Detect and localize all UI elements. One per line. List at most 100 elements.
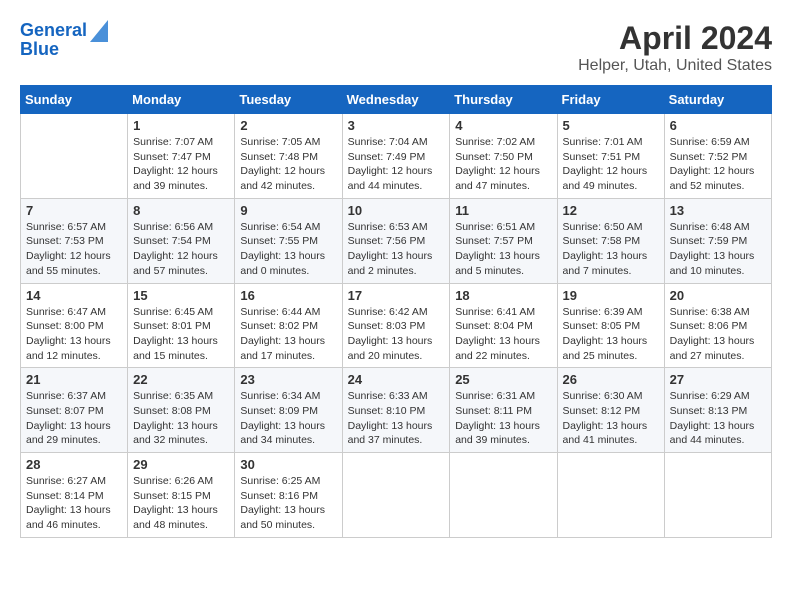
day-cell: 13 Sunrise: 6:48 AM Sunset: 7:59 PM Dayli… [664, 198, 771, 283]
day-cell [450, 453, 557, 538]
day-cell: 1Sunrise: 7:07 AM Sunset: 7:47 PM Daylig… [128, 114, 235, 199]
page-header: General Blue April 2024 Helper, Utah, Un… [20, 20, 772, 75]
day-number: 25 [455, 372, 551, 387]
day-info: Sunrise: 6:34 AM Sunset: 8:09 PM Dayligh… [240, 389, 336, 448]
header-cell-tuesday: Tuesday [235, 86, 342, 114]
day-number: 16 [240, 288, 336, 303]
logo-text: General [20, 21, 87, 41]
logo-blue: Blue [20, 40, 108, 60]
day-info: Sunrise: 6:48 AM Sunset: 7:59 PM Dayligh… [670, 220, 766, 279]
day-cell: 6 Sunrise: 6:59 AM Sunset: 7:52 PM Daylig… [664, 114, 771, 199]
day-cell: 27 Sunrise: 6:29 AM Sunset: 8:13 PM Dayli… [664, 368, 771, 453]
day-info: Sunrise: 6:42 AM Sunset: 8:03 PM Dayligh… [348, 305, 445, 364]
day-number: 10 [348, 203, 445, 218]
day-cell: 23 Sunrise: 6:34 AM Sunset: 8:09 PM Dayli… [235, 368, 342, 453]
day-info: Sunrise: 6:45 AM Sunset: 8:01 PM Dayligh… [133, 305, 229, 364]
week-row-4: 21Sunrise: 6:37 AM Sunset: 8:07 PM Dayli… [21, 368, 772, 453]
day-info: Sunrise: 6:29 AM Sunset: 8:13 PM Dayligh… [670, 389, 766, 448]
day-info: Sunrise: 6:30 AM Sunset: 8:12 PM Dayligh… [563, 389, 659, 448]
day-cell: 17 Sunrise: 6:42 AM Sunset: 8:03 PM Dayli… [342, 283, 450, 368]
day-number: 6 [670, 118, 766, 133]
day-number: 18 [455, 288, 551, 303]
day-info: Sunrise: 7:04 AM Sunset: 7:49 PM Dayligh… [348, 135, 445, 194]
day-number: 9 [240, 203, 336, 218]
day-cell: 7Sunrise: 6:57 AM Sunset: 7:53 PM Daylig… [21, 198, 128, 283]
day-number: 15 [133, 288, 229, 303]
day-number: 23 [240, 372, 336, 387]
day-number: 20 [670, 288, 766, 303]
day-cell: 18 Sunrise: 6:41 AM Sunset: 8:04 PM Dayli… [450, 283, 557, 368]
header-row: SundayMondayTuesdayWednesdayThursdayFrid… [21, 86, 772, 114]
day-info: Sunrise: 6:51 AM Sunset: 7:57 PM Dayligh… [455, 220, 551, 279]
header-cell-wednesday: Wednesday [342, 86, 450, 114]
day-cell: 15 Sunrise: 6:45 AM Sunset: 8:01 PM Dayli… [128, 283, 235, 368]
week-row-3: 14 Sunrise: 6:47 AM Sunset: 8:00 PM Dayli… [21, 283, 772, 368]
day-info: Sunrise: 6:44 AM Sunset: 8:02 PM Dayligh… [240, 305, 336, 364]
day-cell [342, 453, 450, 538]
day-number: 3 [348, 118, 445, 133]
day-number: 7 [26, 203, 122, 218]
day-number: 28 [26, 457, 122, 472]
week-row-2: 7Sunrise: 6:57 AM Sunset: 7:53 PM Daylig… [21, 198, 772, 283]
header-cell-saturday: Saturday [664, 86, 771, 114]
day-cell: 24 Sunrise: 6:33 AM Sunset: 8:10 PM Dayli… [342, 368, 450, 453]
logo: General Blue [20, 20, 108, 60]
day-cell: 14 Sunrise: 6:47 AM Sunset: 8:00 PM Dayli… [21, 283, 128, 368]
day-info: Sunrise: 7:07 AM Sunset: 7:47 PM Dayligh… [133, 135, 229, 194]
day-cell: 19 Sunrise: 6:39 AM Sunset: 8:05 PM Dayli… [557, 283, 664, 368]
day-cell: 10 Sunrise: 6:53 AM Sunset: 7:56 PM Dayli… [342, 198, 450, 283]
day-info: Sunrise: 6:27 AM Sunset: 8:14 PM Dayligh… [26, 474, 122, 533]
day-number: 4 [455, 118, 551, 133]
day-number: 17 [348, 288, 445, 303]
day-info: Sunrise: 6:53 AM Sunset: 7:56 PM Dayligh… [348, 220, 445, 279]
day-cell: 12 Sunrise: 6:50 AM Sunset: 7:58 PM Dayli… [557, 198, 664, 283]
day-number: 27 [670, 372, 766, 387]
day-number: 13 [670, 203, 766, 218]
day-number: 2 [240, 118, 336, 133]
calendar-header: SundayMondayTuesdayWednesdayThursdayFrid… [21, 86, 772, 114]
title-area: April 2024 Helper, Utah, United States [578, 20, 772, 75]
day-cell: 11 Sunrise: 6:51 AM Sunset: 7:57 PM Dayli… [450, 198, 557, 283]
day-cell [21, 114, 128, 199]
header-cell-thursday: Thursday [450, 86, 557, 114]
day-info: Sunrise: 7:05 AM Sunset: 7:48 PM Dayligh… [240, 135, 336, 194]
day-cell: 28 Sunrise: 6:27 AM Sunset: 8:14 PM Dayli… [21, 453, 128, 538]
day-cell: 5Sunrise: 7:01 AM Sunset: 7:51 PM Daylig… [557, 114, 664, 199]
day-number: 11 [455, 203, 551, 218]
day-info: Sunrise: 6:38 AM Sunset: 8:06 PM Dayligh… [670, 305, 766, 364]
day-number: 19 [563, 288, 659, 303]
day-cell: 20 Sunrise: 6:38 AM Sunset: 8:06 PM Dayli… [664, 283, 771, 368]
day-info: Sunrise: 6:47 AM Sunset: 8:00 PM Dayligh… [26, 305, 122, 364]
day-cell: 25 Sunrise: 6:31 AM Sunset: 8:11 PM Dayli… [450, 368, 557, 453]
day-info: Sunrise: 6:26 AM Sunset: 8:15 PM Dayligh… [133, 474, 229, 533]
day-cell: 16 Sunrise: 6:44 AM Sunset: 8:02 PM Dayli… [235, 283, 342, 368]
day-info: Sunrise: 6:39 AM Sunset: 8:05 PM Dayligh… [563, 305, 659, 364]
day-number: 30 [240, 457, 336, 472]
day-info: Sunrise: 6:25 AM Sunset: 8:16 PM Dayligh… [240, 474, 336, 533]
day-info: Sunrise: 6:31 AM Sunset: 8:11 PM Dayligh… [455, 389, 551, 448]
header-cell-friday: Friday [557, 86, 664, 114]
week-row-5: 28 Sunrise: 6:27 AM Sunset: 8:14 PM Dayli… [21, 453, 772, 538]
day-number: 12 [563, 203, 659, 218]
header-cell-monday: Monday [128, 86, 235, 114]
calendar-table: SundayMondayTuesdayWednesdayThursdayFrid… [20, 85, 772, 538]
day-cell: 9Sunrise: 6:54 AM Sunset: 7:55 PM Daylig… [235, 198, 342, 283]
day-info: Sunrise: 7:02 AM Sunset: 7:50 PM Dayligh… [455, 135, 551, 194]
day-info: Sunrise: 6:56 AM Sunset: 7:54 PM Dayligh… [133, 220, 229, 279]
day-info: Sunrise: 6:41 AM Sunset: 8:04 PM Dayligh… [455, 305, 551, 364]
day-cell [557, 453, 664, 538]
day-cell: 2 Sunrise: 7:05 AM Sunset: 7:48 PM Daylig… [235, 114, 342, 199]
day-cell: 30 Sunrise: 6:25 AM Sunset: 8:16 PM Dayli… [235, 453, 342, 538]
week-row-1: 1Sunrise: 7:07 AM Sunset: 7:47 PM Daylig… [21, 114, 772, 199]
day-info: Sunrise: 6:33 AM Sunset: 8:10 PM Dayligh… [348, 389, 445, 448]
day-cell: 4 Sunrise: 7:02 AM Sunset: 7:50 PM Daylig… [450, 114, 557, 199]
day-cell: 29Sunrise: 6:26 AM Sunset: 8:15 PM Dayli… [128, 453, 235, 538]
day-info: Sunrise: 6:50 AM Sunset: 7:58 PM Dayligh… [563, 220, 659, 279]
day-number: 21 [26, 372, 122, 387]
day-number: 26 [563, 372, 659, 387]
day-info: Sunrise: 6:59 AM Sunset: 7:52 PM Dayligh… [670, 135, 766, 194]
day-number: 24 [348, 372, 445, 387]
day-cell: 21Sunrise: 6:37 AM Sunset: 8:07 PM Dayli… [21, 368, 128, 453]
day-number: 14 [26, 288, 122, 303]
day-info: Sunrise: 7:01 AM Sunset: 7:51 PM Dayligh… [563, 135, 659, 194]
